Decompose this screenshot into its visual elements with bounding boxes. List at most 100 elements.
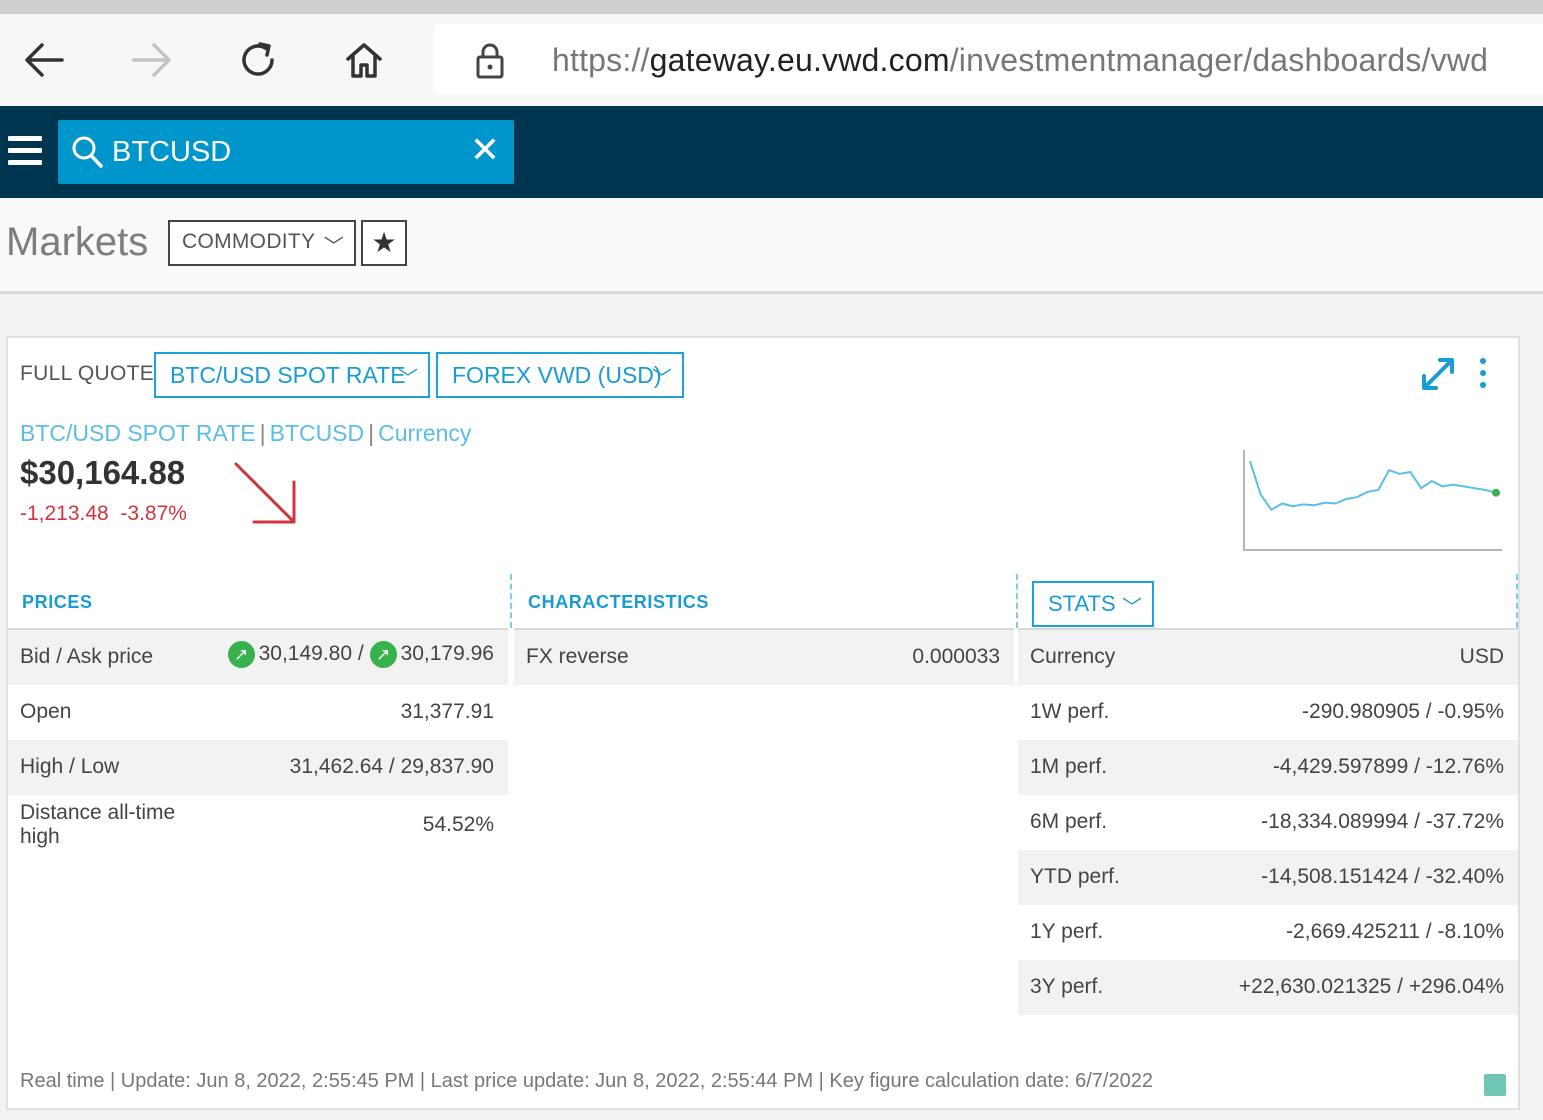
page-title: Markets [6, 220, 149, 264]
table-row: Currency USD [1018, 630, 1518, 685]
row-value: USD [1459, 645, 1504, 668]
instrument-breadcrumb: BTC/USD SPOT RATE | BTCUSD | Currency [20, 420, 472, 446]
sparkline-series [1249, 460, 1497, 512]
more-options-icon[interactable] [1480, 358, 1490, 394]
update-status: Real time | Update: Jun 8, 2022, 2:55:45… [20, 1070, 1153, 1092]
bid-up-icon: ↗ [227, 641, 255, 668]
trend-down-arrow-icon [234, 462, 296, 524]
last-price: $30,164.88 [20, 454, 186, 491]
home-icon [346, 43, 382, 78]
chevron-down-icon: ﹀ [398, 368, 418, 390]
category-dropdown[interactable]: COMMODITY ﹀ [168, 220, 356, 266]
lock-icon [476, 43, 504, 79]
table-row: Open 31,377.91 [8, 685, 508, 740]
row-value: -290.980905 / -0.95% [1302, 700, 1504, 723]
sparkline-last-point [1492, 488, 1500, 497]
row-label: 1M perf. [1030, 755, 1108, 778]
row-label: 3Y perf. [1030, 975, 1104, 998]
table-row: 3Y perf. +22,630.021325 / +296.04% [1018, 960, 1518, 1015]
column-divider [510, 574, 512, 628]
instrument-symbol-link[interactable]: BTCUSD [270, 420, 365, 446]
table-row: Distance all-time high 54.52% [8, 795, 508, 857]
table-row: 1Y perf. -2,669.425211 / -8.10% [1018, 905, 1518, 960]
star-icon: ★ [371, 227, 397, 258]
chevron-down-icon: ﹀ [1122, 597, 1142, 619]
reload-icon [242, 42, 274, 76]
instrument-dropdown-label: BTC/USD SPOT RATE [170, 362, 406, 388]
row-label: Bid / Ask price [20, 645, 154, 668]
row-value: -4,429.597899 / -12.76% [1272, 755, 1504, 778]
bid-value: 30,149.80 [258, 642, 353, 666]
ask-value: 30,179.96 [400, 642, 494, 666]
reload-button[interactable] [234, 36, 282, 84]
table-row: FX reverse 0.000033 [514, 630, 1014, 685]
search-icon [72, 136, 103, 168]
change-percent: -3.87% [120, 502, 187, 525]
instrument-type-link[interactable]: Currency [378, 420, 471, 446]
search-box[interactable]: BTCUSD ✕ [58, 120, 514, 184]
instrument-dropdown[interactable]: BTC/USD SPOT RATE ﹀ [154, 352, 430, 398]
characteristics-heading: CHARACTERISTICS [528, 592, 710, 612]
panel-label: FULL QUOTE [20, 362, 155, 385]
table-row: YTD perf. -14,508.151424 / -32.40% [1018, 850, 1518, 905]
chevron-down-icon: ﹀ [652, 368, 672, 390]
venue-dropdown-label: FOREX VWD (USD) [452, 362, 662, 388]
table-row: High / Low 31,462.64 / 29,837.90 [8, 740, 508, 795]
arrow-right-icon [132, 43, 171, 77]
row-value: 31,377.91 [400, 700, 494, 723]
expand-icon[interactable] [1418, 354, 1458, 394]
browser-toolbar: https://gateway.eu.vwd.com/investmentman… [0, 14, 1543, 106]
stats-dropdown[interactable]: STATS ﹀ [1032, 581, 1154, 627]
row-label: Open [20, 700, 72, 723]
url-text: https://gateway.eu.vwd.com/investmentman… [552, 42, 1488, 79]
intraday-sparkline [1243, 450, 1502, 551]
row-label: 1Y perf. [1030, 920, 1104, 943]
row-value: +22,630.021325 / +296.04% [1238, 975, 1504, 998]
column-divider [1016, 574, 1018, 628]
window-top-strip [0, 0, 1543, 14]
prices-heading: PRICES [22, 592, 93, 612]
table-row: 1W perf. -290.980905 / -0.95% [1018, 685, 1518, 740]
column-divider [1516, 574, 1518, 628]
address-bar[interactable]: https://gateway.eu.vwd.com/investmentman… [434, 24, 1543, 94]
stats-dropdown-label: STATS [1048, 591, 1116, 616]
url-scheme: https:// [552, 42, 650, 78]
table-row: 1M perf. -4,429.597899 / -12.76% [1018, 740, 1518, 795]
arrow-left-icon [25, 43, 64, 77]
favorite-button[interactable]: ★ [361, 220, 407, 266]
full-quote-panel: FULL QUOTE BTC/USD SPOT RATE ﹀ FOREX VWD… [6, 336, 1520, 1110]
hamburger-menu-icon[interactable] [8, 136, 42, 166]
venue-dropdown[interactable]: FOREX VWD (USD) ﹀ [436, 352, 684, 398]
row-value: 0.000033 [912, 645, 1000, 668]
row-value: -14,508.151424 / -32.40% [1261, 865, 1504, 888]
forward-button[interactable] [128, 36, 176, 84]
change-absolute: -1,213.48 [20, 502, 109, 525]
row-value: 31,462.64 / 29,837.90 [289, 755, 494, 778]
table-row: 6M perf. -18,334.089994 / -37.72% [1018, 795, 1518, 850]
url-host: gateway.eu.vwd.com [649, 42, 950, 78]
price-change: -1,213.48 -3.87% [20, 502, 187, 526]
row-label: 1W perf. [1030, 700, 1110, 723]
row-label: Currency [1030, 645, 1116, 668]
row-label: High / Low [20, 755, 120, 778]
row-label: 6M perf. [1030, 810, 1108, 833]
back-button[interactable] [20, 36, 68, 84]
table-row: Bid / Ask price ↗ 30,149.80 / ↗ 30,179.96 [8, 630, 508, 685]
bid-ask-separator: / [357, 642, 364, 666]
row-value: 54.52% [422, 813, 494, 836]
row-label: Distance all-time high [20, 801, 176, 848]
ask-up-icon: ↗ [369, 641, 397, 668]
home-button[interactable] [340, 36, 388, 84]
row-value: -2,669.425211 / -8.10% [1286, 920, 1504, 943]
chevron-down-icon: ﹀ [323, 236, 344, 258]
row-value: -18,334.089994 / -37.72% [1261, 810, 1504, 833]
search-input[interactable]: BTCUSD [112, 136, 231, 169]
clear-search-icon[interactable]: ✕ [470, 130, 500, 170]
url-path: /investmentmanager/dashboards/vwd [949, 42, 1489, 78]
row-label: YTD perf. [1030, 865, 1120, 888]
instrument-name-link[interactable]: BTC/USD SPOT RATE [20, 420, 256, 446]
markets-header: Markets COMMODITY ﹀ ★ [0, 198, 1543, 294]
row-value: ↗ 30,149.80 / ↗ 30,179.96 [227, 641, 494, 668]
app-header: BTCUSD ✕ [0, 106, 1543, 198]
category-dropdown-label: COMMODITY [182, 230, 316, 253]
